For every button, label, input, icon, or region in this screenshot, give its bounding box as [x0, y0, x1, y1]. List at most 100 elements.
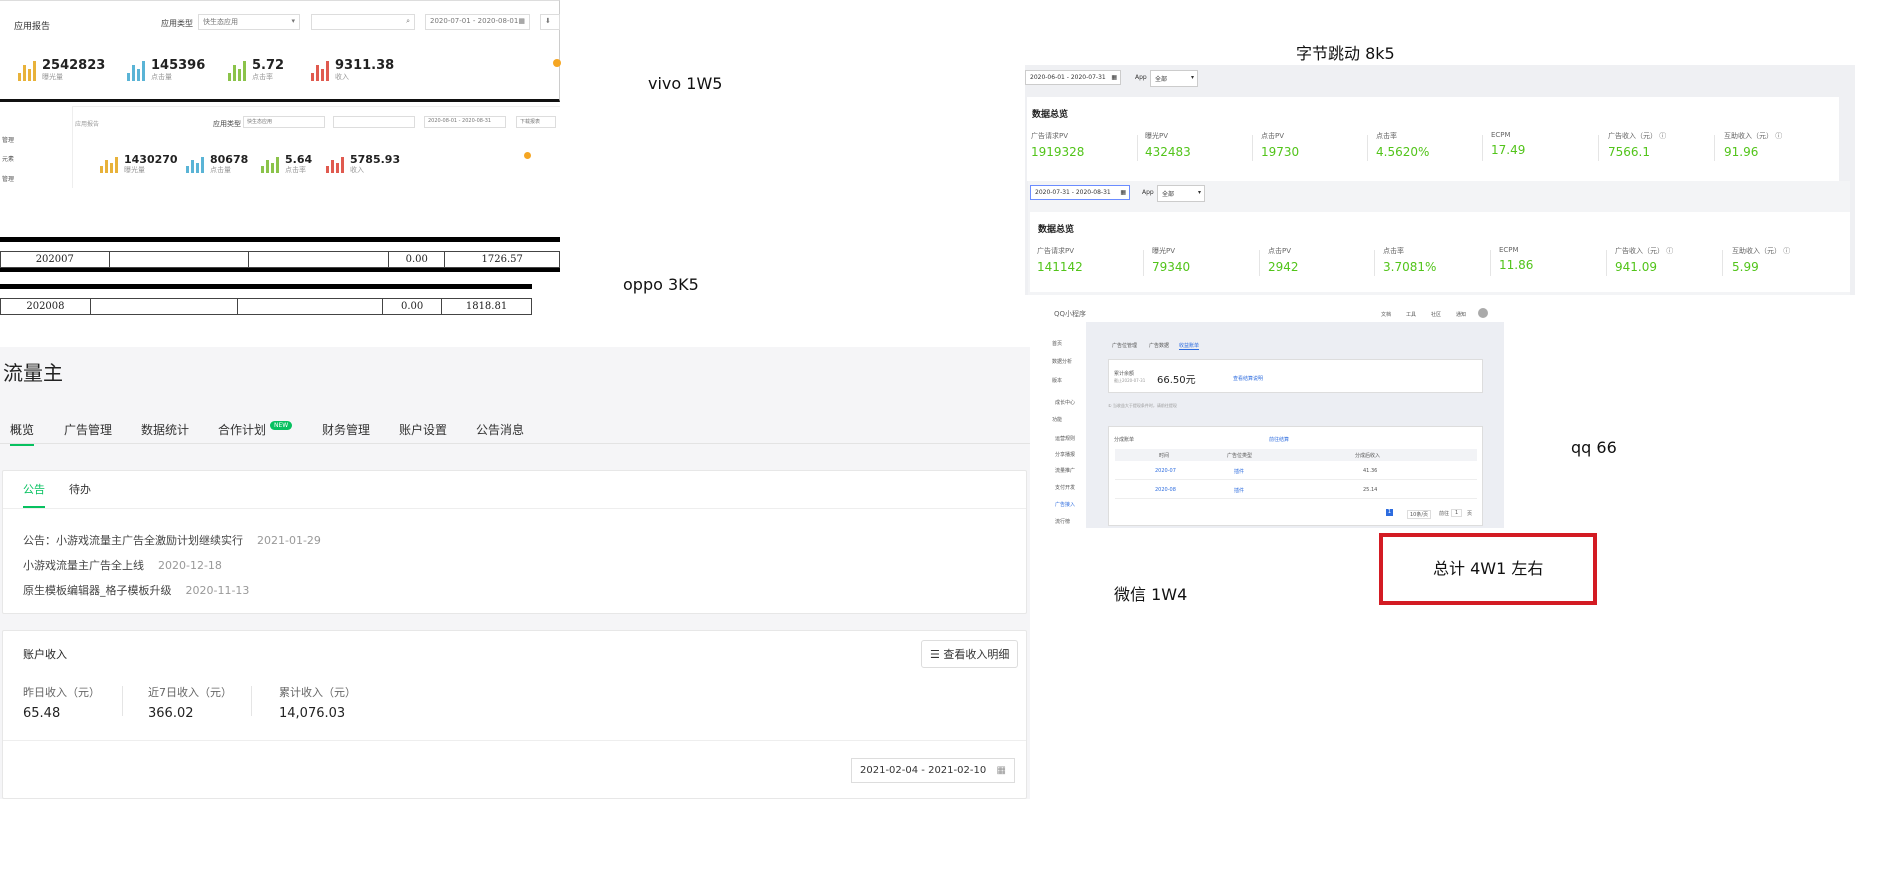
- bar-chart-icon: [326, 156, 344, 173]
- date-range-picker[interactable]: 2020-07-31 - 2020-08-31 ▦: [1030, 185, 1130, 200]
- stat-value: 2542823: [42, 58, 106, 73]
- help-icon[interactable]: ⓘ: [1775, 132, 1782, 140]
- search-input[interactable]: [333, 116, 415, 128]
- metric-value: 141142: [1037, 260, 1083, 274]
- income-title: 账户收入: [23, 648, 67, 661]
- sidebar-item[interactable]: 元素: [2, 154, 14, 163]
- sidebar-item[interactable]: 管理: [2, 135, 14, 144]
- tab-account-settings[interactable]: 账户设置: [399, 421, 447, 438]
- download-button[interactable]: 下载报表: [516, 116, 556, 128]
- column-header: 时间: [1159, 453, 1170, 459]
- tab-finance[interactable]: 财务管理: [322, 421, 370, 438]
- sidebar-item[interactable]: 数据分析: [1052, 358, 1072, 365]
- chevron-down-icon: ▾: [291, 17, 295, 25]
- view-income-detail-button[interactable]: ☰ 查看收入明细: [921, 640, 1019, 668]
- oppo-note: oppo 3K5: [623, 275, 699, 294]
- value-cell: 0.00: [382, 298, 443, 315]
- tab-statistics[interactable]: 数据统计: [141, 421, 189, 438]
- tab-revenue-bill[interactable]: 收益账单: [1179, 342, 1200, 350]
- help-icon[interactable]: ⓘ: [1659, 132, 1666, 140]
- help-icon[interactable]: ⓘ: [1666, 247, 1673, 255]
- tab-announcements[interactable]: 公告消息: [476, 421, 524, 438]
- avatar[interactable]: [1478, 308, 1488, 318]
- sidebar-item[interactable]: 运营规则: [1055, 435, 1075, 442]
- goto-input[interactable]: 1: [1451, 509, 1463, 517]
- download-label: 下载报表: [520, 119, 541, 125]
- tab-cooperation[interactable]: 合作计划 NEW: [218, 421, 293, 438]
- row-time[interactable]: 2020-07: [1155, 468, 1176, 474]
- income-value: 14,076.03: [279, 706, 346, 721]
- stat-label: 收入: [350, 166, 364, 174]
- metric: 广告收入（元） ⓘ 941.09: [1615, 246, 1673, 274]
- date-range-picker[interactable]: 2021-02-04 - 2021-02-10 ▦: [851, 758, 1015, 783]
- top-link-docs[interactable]: 文档: [1381, 311, 1391, 318]
- sidebar-item[interactable]: 成长中心: [1055, 399, 1075, 406]
- income-value: 65.48: [23, 706, 61, 721]
- announcement-text: 小游戏流量主广告全上线: [23, 559, 144, 572]
- bar-chart-icon: [18, 60, 36, 81]
- metric-value: 3.7081%: [1383, 260, 1437, 274]
- announcement-item[interactable]: 小游戏流量主广告全上线 2020-12-18: [23, 557, 222, 573]
- metric: ECPM 17.49: [1491, 131, 1525, 157]
- table-row: 202007 0.00 1726.57: [0, 251, 560, 268]
- tab-overview[interactable]: 概览: [10, 421, 35, 446]
- download-icon: ⬇: [545, 17, 551, 25]
- sidebar-item[interactable]: 支付开发: [1055, 484, 1075, 491]
- sidebar-item[interactable]: 首页: [1052, 340, 1062, 347]
- sidebar-item[interactable]: 管理: [2, 174, 14, 183]
- sidebar-item[interactable]: 分享播报: [1055, 451, 1075, 458]
- page-size-select[interactable]: 10条/页: [1407, 510, 1432, 519]
- app-select[interactable]: 全部 ▾: [1157, 185, 1205, 202]
- app-type-select[interactable]: 快生态应用: [243, 116, 325, 128]
- sidebar-item[interactable]: 流行榜: [1055, 518, 1070, 525]
- app-select[interactable]: 全部 ▾: [1150, 70, 1198, 87]
- metric: 互助收入（元） ⓘ 5.99: [1732, 246, 1790, 274]
- tab-ad-management[interactable]: 广告管理: [64, 421, 112, 438]
- metric-value: 11.86: [1499, 258, 1534, 272]
- metric-value: 17.49: [1491, 143, 1526, 157]
- stat-label: 点击量: [151, 73, 172, 81]
- metric: 曝光PV 79340: [1152, 246, 1190, 274]
- date-range-picker[interactable]: 2020-06-01 - 2020-07-31 ▦: [1025, 70, 1121, 85]
- subtab-todo[interactable]: 待办: [69, 481, 91, 497]
- settle-link[interactable]: 前往结算: [1269, 436, 1289, 443]
- top-link-community[interactable]: 社区: [1431, 311, 1441, 318]
- top-link-notifications[interactable]: 通知: [1456, 311, 1466, 318]
- sidebar-item-active[interactable]: 广告接入: [1055, 501, 1075, 508]
- announcement-item[interactable]: 公告：小游戏流量主广告全激励计划继续实行 2021-01-29: [23, 532, 321, 548]
- stat-label: 曝光量: [124, 166, 145, 174]
- row-time[interactable]: 2020-08: [1155, 487, 1176, 493]
- goto-label: 前往: [1439, 511, 1450, 517]
- balance-card: 累计余额 截止2020-07-31 66.50元 查看结算说明: [1108, 359, 1483, 393]
- list-icon: ☰: [930, 648, 944, 661]
- sidebar-item[interactable]: 版本: [1052, 377, 1062, 384]
- income-label: 近7日收入（元）: [148, 686, 232, 699]
- app-type-select[interactable]: 快生态应用 ▾: [198, 14, 300, 30]
- sidebar-item[interactable]: 流量推广: [1055, 467, 1075, 474]
- date-range-picker[interactable]: 2020-08-01 - 2020-08-31: [424, 116, 506, 128]
- sidebar-item[interactable]: 功能: [1052, 416, 1062, 423]
- tab-ad-slots[interactable]: 广告位管理: [1112, 342, 1137, 349]
- date-range-value: 2020-06-01 - 2020-07-31: [1030, 74, 1106, 81]
- new-badge: NEW: [270, 421, 293, 430]
- tab-ad-data[interactable]: 广告数据: [1149, 342, 1169, 349]
- main-tabs: 概览 广告管理 数据统计 合作计划 NEW 财务管理 账户设置 公告消息: [0, 412, 1030, 446]
- help-icon[interactable]: ⓘ: [1783, 247, 1790, 255]
- pager-current[interactable]: 1: [1386, 509, 1393, 516]
- metric-value: 4.5620%: [1376, 145, 1430, 159]
- calendar-icon: ▦: [1120, 189, 1126, 196]
- settlement-info-link[interactable]: 查看结算说明: [1233, 375, 1263, 382]
- income-yesterday: 昨日收入（元） 65.48: [23, 684, 100, 721]
- top-link-tools[interactable]: 工具: [1406, 311, 1416, 318]
- bytedance-note: 字节跳动 8k5: [1296, 44, 1395, 63]
- redaction-bar: [0, 284, 532, 289]
- announcement-item[interactable]: 原生模板编辑器_格子模板升级 2020-11-13: [23, 582, 249, 598]
- date-range-picker[interactable]: 2020-07-01 - 2020-08-01 ▦: [425, 14, 530, 30]
- metric-label: ECPM: [1499, 246, 1519, 254]
- notification-dot: [524, 152, 531, 159]
- download-button[interactable]: ⬇: [540, 14, 560, 30]
- metric-value: 1919328: [1031, 145, 1085, 159]
- announcement-date: 2020-11-13: [185, 584, 250, 597]
- subtab-announcements[interactable]: 公告: [23, 481, 45, 508]
- search-input[interactable]: ⌕: [311, 14, 415, 30]
